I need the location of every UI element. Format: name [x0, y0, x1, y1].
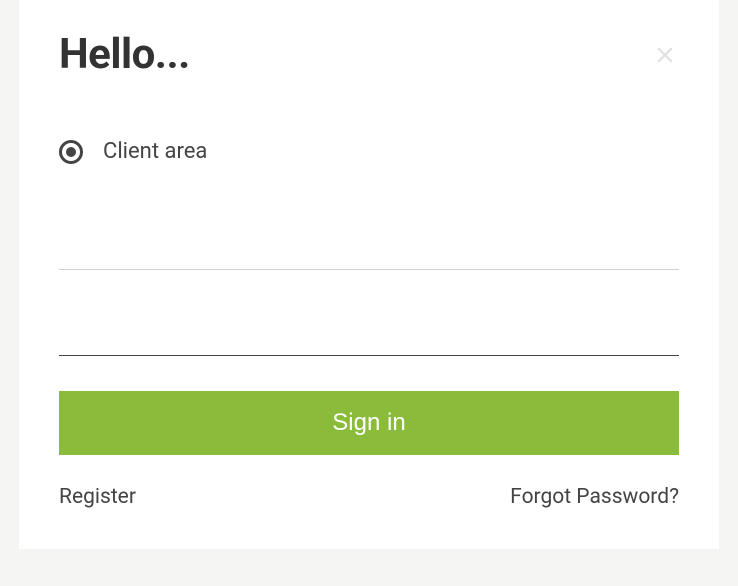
- login-form: [59, 224, 679, 356]
- password-input[interactable]: [59, 310, 679, 356]
- footer-links: Register Forgot Password?: [59, 485, 679, 509]
- client-area-label: Client area: [103, 139, 207, 164]
- radio-selected-icon: [66, 147, 76, 157]
- register-link[interactable]: Register: [59, 485, 136, 509]
- username-input[interactable]: [59, 224, 679, 270]
- modal-title: Hello...: [59, 30, 190, 79]
- close-icon: [652, 42, 678, 68]
- modal-header: Hello...: [59, 30, 679, 79]
- client-area-radio[interactable]: [59, 140, 83, 164]
- signin-button[interactable]: Sign in: [59, 391, 679, 455]
- area-selector: Client area: [59, 139, 679, 164]
- forgot-password-link[interactable]: Forgot Password?: [510, 485, 679, 509]
- login-modal: Hello... Client area Sign in Register Fo…: [19, 0, 719, 549]
- close-button[interactable]: [651, 41, 679, 69]
